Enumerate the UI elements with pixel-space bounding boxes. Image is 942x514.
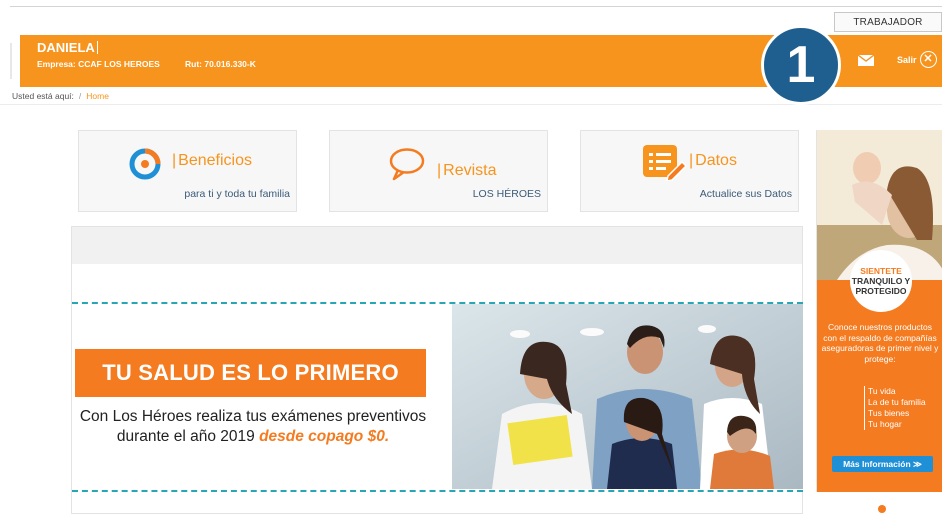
ad-description: Conoce nuestros productos con el respald… — [821, 322, 939, 364]
ad-list-item: La de tu familia — [868, 397, 926, 407]
speech-bubble-icon — [389, 148, 425, 181]
user-name-text: DANIELA — [37, 40, 95, 55]
ad-slogan-line1: SIENTETE — [860, 266, 902, 276]
ad-slogan-circle: SIENTETE TRANQUILO Y PROTEGIDO — [850, 250, 912, 312]
card-title-beneficios: Beneficios — [172, 152, 252, 170]
ad-list-item: Tus bienes — [868, 408, 910, 418]
banner-highlight: desde copago $0. — [259, 428, 390, 445]
card-title-datos: Datos — [689, 152, 737, 170]
step-number-badge: 1 — [761, 25, 841, 105]
panel-header — [72, 227, 802, 264]
breadcrumb-prefix: Usted está aquí: — [12, 91, 74, 101]
rut-label: Rut: 70.016.330-K — [185, 59, 256, 69]
breadcrumb-home-link[interactable]: Home — [86, 91, 109, 101]
ad-list-item: Tu vida — [868, 386, 896, 396]
logout-button[interactable]: Salir ✕ — [897, 51, 937, 68]
logout-label: Salir — [897, 54, 917, 65]
card-beneficios[interactable]: Beneficios para ti y toda tu familia — [78, 130, 297, 212]
card-subtitle-datos: Actualice sus Datos — [699, 188, 792, 200]
header-left-cap — [10, 43, 12, 79]
role-button-trabajador[interactable]: TRABAJADOR — [834, 12, 942, 32]
banner-body: Con Los Héroes realiza tus exámenes prev… — [72, 407, 434, 447]
banner-body-line1: Con Los Héroes realiza tus exámenes prev… — [79, 408, 427, 425]
ad-slogan-line3: PROTEGIDO — [855, 286, 907, 296]
ad-coverage-list: Tu vida La de tu familia Tus bienes Tu h… — [864, 386, 926, 430]
more-info-button[interactable]: Más Información ≫ — [832, 456, 933, 472]
card-revista[interactable]: Revista LOS HÉROES — [329, 130, 548, 212]
ad-list-item: Tu hogar — [868, 419, 902, 429]
card-title-revista: Revista — [437, 162, 496, 180]
user-name: DANIELA — [37, 40, 98, 55]
breadcrumb: Usted está aquí: / Home — [12, 91, 109, 101]
breadcrumb-separator: / — [78, 91, 82, 101]
top-divider — [10, 6, 942, 7]
card-subtitle-revista: LOS HÉROES — [472, 188, 541, 200]
banner-dashed-bottom — [72, 490, 803, 492]
family-doctor-photo — [452, 304, 803, 489]
close-circle-icon: ✕ — [919, 51, 937, 68]
banner-headline: TU SALUD ES LO PRIMERO — [75, 349, 426, 397]
insurance-side-ad[interactable]: SIENTETE TRANQUILO Y PROTEGIDO Conoce nu… — [816, 130, 942, 492]
carousel-dot[interactable] — [878, 505, 886, 513]
card-subtitle-beneficios: para ti y toda tu familia — [184, 188, 290, 200]
card-datos[interactable]: Datos Actualice sus Datos — [580, 130, 799, 212]
mail-icon[interactable] — [858, 55, 874, 66]
name-separator — [96, 41, 98, 54]
document-edit-icon — [643, 145, 687, 181]
promo-banner[interactable]: TU SALUD ES LO PRIMERO Con Los Héroes re… — [72, 302, 803, 492]
benefits-ring-icon — [129, 148, 161, 180]
banner-body-line2: durante el año 2019 — [116, 428, 255, 445]
ad-slogan-line2: TRANQUILO Y — [851, 276, 911, 286]
empresa-label: Empresa: CCAF LOS HEROES — [37, 59, 160, 69]
